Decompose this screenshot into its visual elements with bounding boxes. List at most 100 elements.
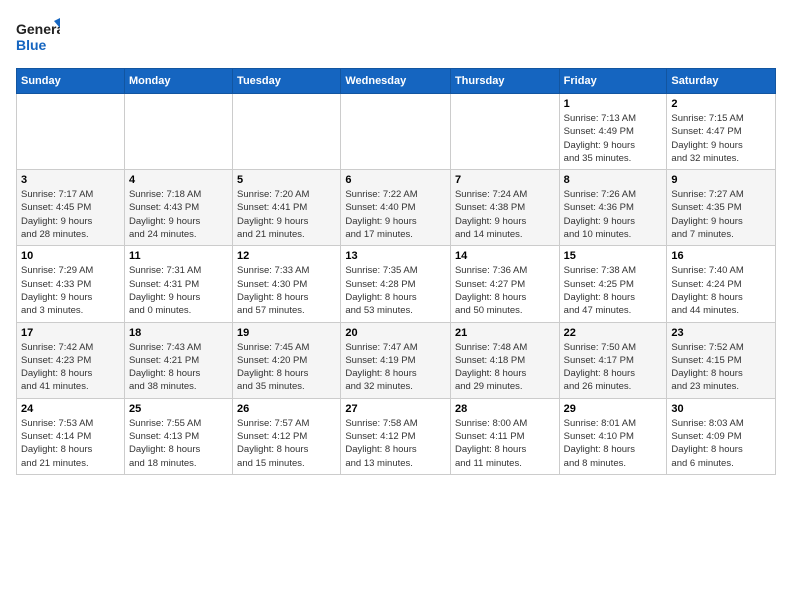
calendar-cell: 28 Sunrise: 8:00 AM Sunset: 4:11 PM Dayli… (450, 398, 559, 474)
calendar-cell: 14 Sunrise: 7:36 AM Sunset: 4:27 PM Dayli… (450, 246, 559, 322)
day-info: Sunrise: 7:45 AM Sunset: 4:20 PM Dayligh… (237, 341, 336, 394)
day-info: Sunrise: 7:22 AM Sunset: 4:40 PM Dayligh… (345, 188, 446, 241)
day-header-monday: Monday (124, 69, 232, 94)
day-info: Sunrise: 7:57 AM Sunset: 4:12 PM Dayligh… (237, 417, 336, 470)
calendar-cell: 19 Sunrise: 7:45 AM Sunset: 4:20 PM Dayli… (233, 322, 341, 398)
day-number: 16 (671, 250, 771, 262)
day-number: 27 (345, 403, 446, 415)
day-info: Sunrise: 7:53 AM Sunset: 4:14 PM Dayligh… (21, 417, 120, 470)
calendar-cell: 22Sunrise: 7:50 AM Sunset: 4:17 PM Dayli… (559, 322, 667, 398)
day-info: Sunrise: 7:20 AM Sunset: 4:41 PM Dayligh… (237, 188, 336, 241)
week-row-2: 3 Sunrise: 7:17 AM Sunset: 4:45 PM Daylig… (17, 170, 776, 246)
day-number: 24 (21, 403, 120, 415)
calendar-cell: 3 Sunrise: 7:17 AM Sunset: 4:45 PM Daylig… (17, 170, 125, 246)
day-number: 1 (564, 98, 663, 110)
calendar-cell: 26 Sunrise: 7:57 AM Sunset: 4:12 PM Dayli… (233, 398, 341, 474)
week-row-5: 24 Sunrise: 7:53 AM Sunset: 4:14 PM Dayli… (17, 398, 776, 474)
day-number: 18 (129, 327, 228, 339)
day-number: 28 (455, 403, 555, 415)
day-info: Sunrise: 7:31 AM Sunset: 4:31 PM Dayligh… (129, 264, 228, 317)
day-number: 17 (21, 327, 120, 339)
day-info: Sunrise: 8:01 AM Sunset: 4:10 PM Dayligh… (564, 417, 663, 470)
day-info: Sunrise: 7:47 AM Sunset: 4:19 PM Dayligh… (345, 341, 446, 394)
day-number: 6 (345, 174, 446, 186)
calendar-cell: 4 Sunrise: 7:18 AM Sunset: 4:43 PM Daylig… (124, 170, 232, 246)
day-info: Sunrise: 7:33 AM Sunset: 4:30 PM Dayligh… (237, 264, 336, 317)
day-number: 3 (21, 174, 120, 186)
day-info: Sunrise: 7:18 AM Sunset: 4:43 PM Dayligh… (129, 188, 228, 241)
calendar-cell: 25 Sunrise: 7:55 AM Sunset: 4:13 PM Dayli… (124, 398, 232, 474)
calendar-cell (233, 94, 341, 170)
day-number: 29 (564, 403, 663, 415)
calendar-cell: 7 Sunrise: 7:24 AM Sunset: 4:38 PM Daylig… (450, 170, 559, 246)
calendar-cell: 21 Sunrise: 7:48 AM Sunset: 4:18 PM Dayli… (450, 322, 559, 398)
day-number: 8 (564, 174, 663, 186)
calendar-table: SundayMondayTuesdayWednesdayThursdayFrid… (16, 68, 776, 475)
day-info: Sunrise: 7:26 AM Sunset: 4:36 PM Dayligh… (564, 188, 663, 241)
day-info: Sunrise: 7:29 AM Sunset: 4:33 PM Dayligh… (21, 264, 120, 317)
day-number: 5 (237, 174, 336, 186)
day-header-thursday: Thursday (450, 69, 559, 94)
week-row-4: 17 Sunrise: 7:42 AM Sunset: 4:23 PM Dayli… (17, 322, 776, 398)
day-info: Sunrise: 7:24 AM Sunset: 4:38 PM Dayligh… (455, 188, 555, 241)
calendar-cell (17, 94, 125, 170)
day-info: Sunrise: 8:00 AM Sunset: 4:11 PM Dayligh… (455, 417, 555, 470)
calendar-cell: 15 Sunrise: 7:38 AM Sunset: 4:25 PM Dayli… (559, 246, 667, 322)
calendar-cell: 9 Sunrise: 7:27 AM Sunset: 4:35 PM Daylig… (667, 170, 776, 246)
calendar-cell: 5 Sunrise: 7:20 AM Sunset: 4:41 PM Daylig… (233, 170, 341, 246)
day-number: 9 (671, 174, 771, 186)
calendar-cell: 1 Sunrise: 7:13 AM Sunset: 4:49 PM Daylig… (559, 94, 667, 170)
day-number: 15 (564, 250, 663, 262)
day-number: 30 (671, 403, 771, 415)
calendar-cell: 30 Sunrise: 8:03 AM Sunset: 4:09 PM Dayli… (667, 398, 776, 474)
logo-icon: General Blue (16, 16, 60, 56)
day-number: 4 (129, 174, 228, 186)
day-info: Sunrise: 8:03 AM Sunset: 4:09 PM Dayligh… (671, 417, 771, 470)
day-number: 20 (345, 327, 446, 339)
day-info: Sunrise: 7:35 AM Sunset: 4:28 PM Dayligh… (345, 264, 446, 317)
calendar-cell: 12 Sunrise: 7:33 AM Sunset: 4:30 PM Dayli… (233, 246, 341, 322)
week-row-1: 1 Sunrise: 7:13 AM Sunset: 4:49 PM Daylig… (17, 94, 776, 170)
day-number: 21 (455, 327, 555, 339)
day-info: Sunrise: 7:17 AM Sunset: 4:45 PM Dayligh… (21, 188, 120, 241)
calendar-cell: 13 Sunrise: 7:35 AM Sunset: 4:28 PM Dayli… (341, 246, 451, 322)
day-number: 26 (237, 403, 336, 415)
day-info: Sunrise: 7:36 AM Sunset: 4:27 PM Dayligh… (455, 264, 555, 317)
day-info: Sunrise: 7:50 AM Sunset: 4:17 PM Dayligh… (564, 341, 663, 394)
week-row-3: 10Sunrise: 7:29 AM Sunset: 4:33 PM Dayli… (17, 246, 776, 322)
day-info: Sunrise: 7:52 AM Sunset: 4:15 PM Dayligh… (671, 341, 771, 394)
day-info: Sunrise: 7:27 AM Sunset: 4:35 PM Dayligh… (671, 188, 771, 241)
svg-text:Blue: Blue (16, 37, 47, 53)
day-number: 14 (455, 250, 555, 262)
day-info: Sunrise: 7:42 AM Sunset: 4:23 PM Dayligh… (21, 341, 120, 394)
calendar-cell: 16 Sunrise: 7:40 AM Sunset: 4:24 PM Dayli… (667, 246, 776, 322)
day-info: Sunrise: 7:40 AM Sunset: 4:24 PM Dayligh… (671, 264, 771, 317)
day-info: Sunrise: 7:43 AM Sunset: 4:21 PM Dayligh… (129, 341, 228, 394)
day-header-friday: Friday (559, 69, 667, 94)
day-number: 12 (237, 250, 336, 262)
day-info: Sunrise: 7:15 AM Sunset: 4:47 PM Dayligh… (671, 112, 771, 165)
day-header-saturday: Saturday (667, 69, 776, 94)
day-info: Sunrise: 7:13 AM Sunset: 4:49 PM Dayligh… (564, 112, 663, 165)
day-number: 25 (129, 403, 228, 415)
day-info: Sunrise: 7:38 AM Sunset: 4:25 PM Dayligh… (564, 264, 663, 317)
calendar-cell: 23 Sunrise: 7:52 AM Sunset: 4:15 PM Dayli… (667, 322, 776, 398)
calendar-cell: 18 Sunrise: 7:43 AM Sunset: 4:21 PM Dayli… (124, 322, 232, 398)
calendar-cell: 11Sunrise: 7:31 AM Sunset: 4:31 PM Dayli… (124, 246, 232, 322)
calendar-cell (450, 94, 559, 170)
calendar-cell: 6 Sunrise: 7:22 AM Sunset: 4:40 PM Daylig… (341, 170, 451, 246)
day-number: 7 (455, 174, 555, 186)
day-number: 13 (345, 250, 446, 262)
day-header-sunday: Sunday (17, 69, 125, 94)
day-info: Sunrise: 7:55 AM Sunset: 4:13 PM Dayligh… (129, 417, 228, 470)
svg-text:General: General (16, 21, 60, 37)
day-number: 19 (237, 327, 336, 339)
calendar-cell: 20 Sunrise: 7:47 AM Sunset: 4:19 PM Dayli… (341, 322, 451, 398)
calendar-cell: 24 Sunrise: 7:53 AM Sunset: 4:14 PM Dayli… (17, 398, 125, 474)
day-header-tuesday: Tuesday (233, 69, 341, 94)
logo: General Blue (16, 16, 60, 56)
calendar-cell (124, 94, 232, 170)
day-info: Sunrise: 7:48 AM Sunset: 4:18 PM Dayligh… (455, 341, 555, 394)
day-number: 23 (671, 327, 771, 339)
calendar-cell: 29 Sunrise: 8:01 AM Sunset: 4:10 PM Dayli… (559, 398, 667, 474)
